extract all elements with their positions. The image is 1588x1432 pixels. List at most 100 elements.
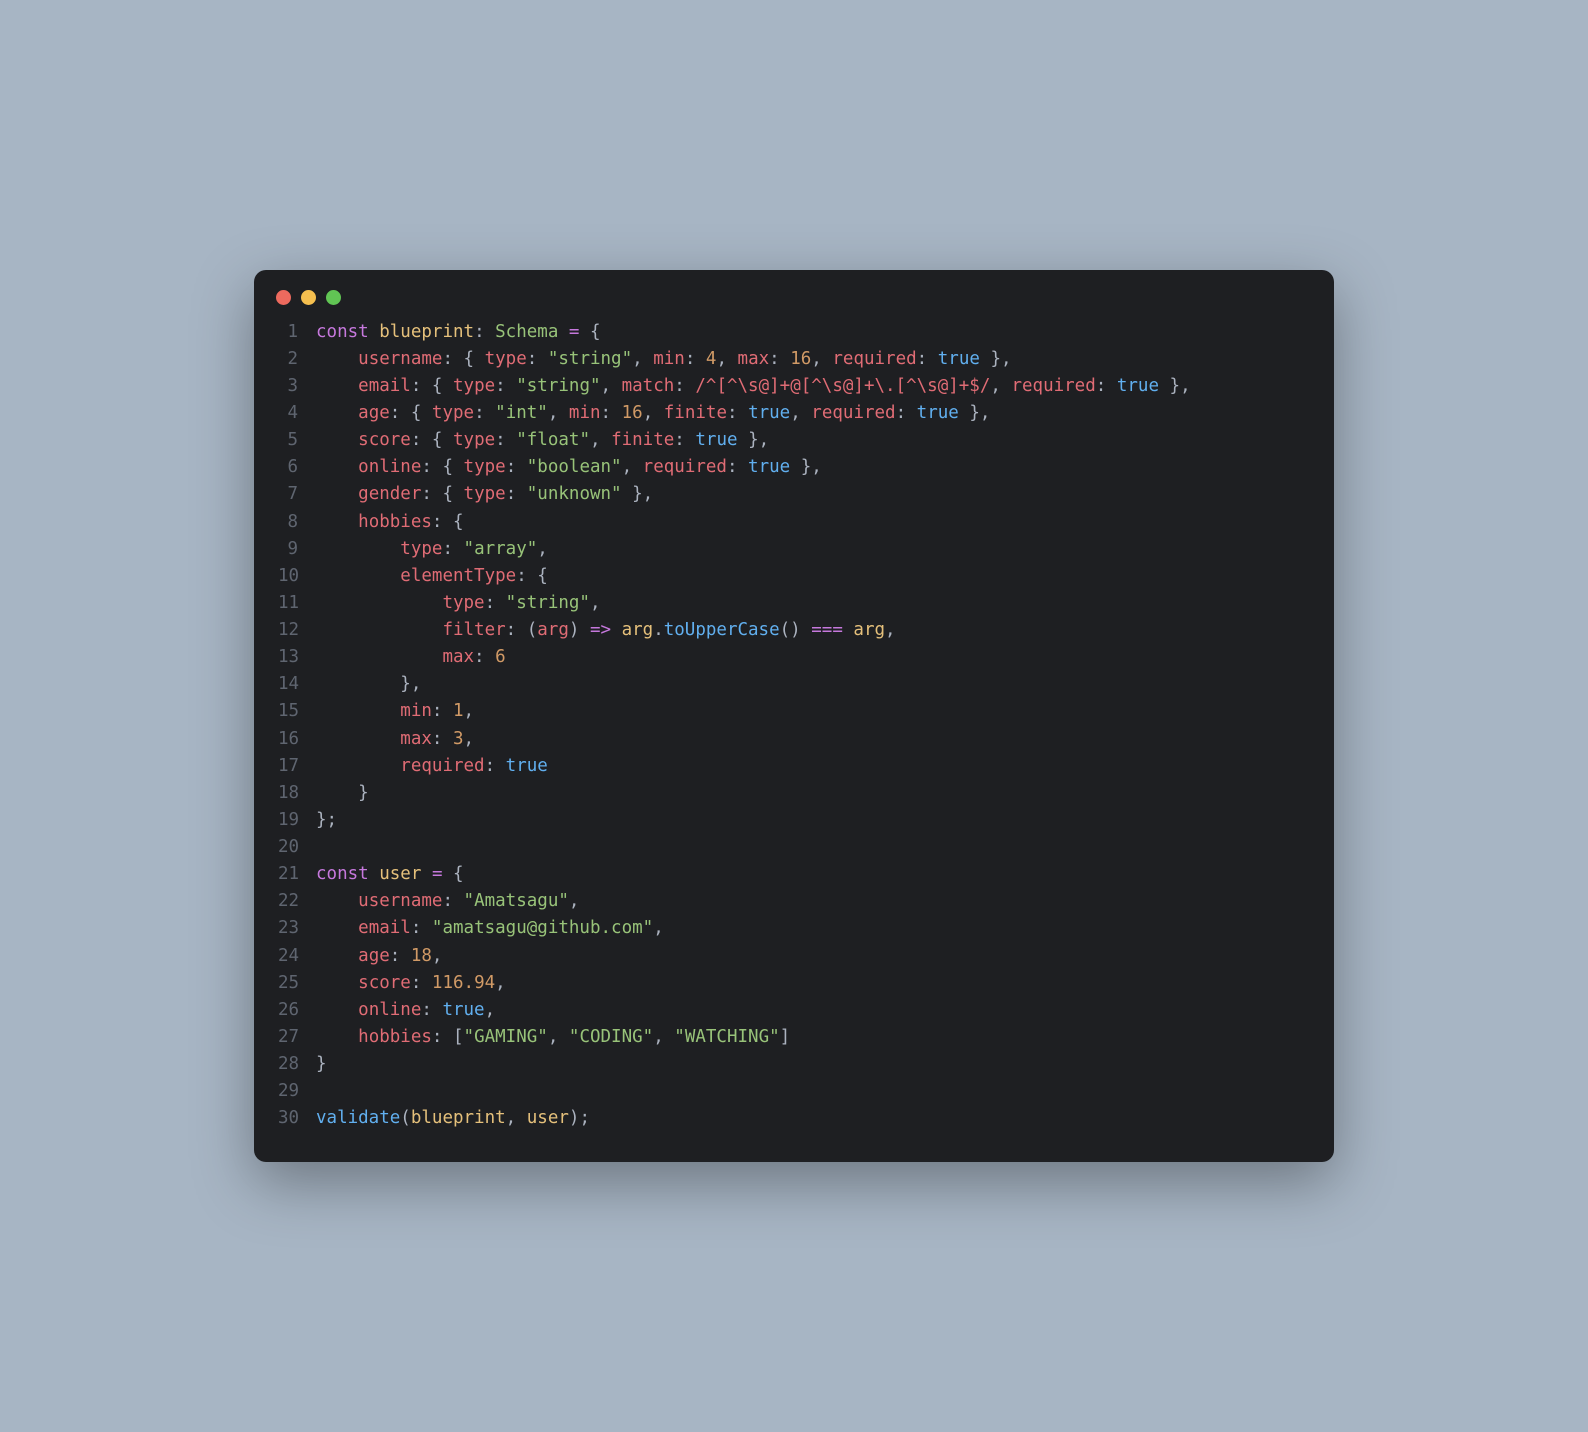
code-content[interactable]: hobbies: { bbox=[316, 509, 464, 536]
code-line[interactable]: 25 score: 116.94, bbox=[278, 970, 1310, 997]
token-punc: ] bbox=[780, 1027, 791, 1047]
code-content[interactable]: } bbox=[316, 780, 369, 807]
code-line[interactable]: 7 gender: { type: "unknown" }, bbox=[278, 481, 1310, 508]
token-punc bbox=[611, 620, 622, 640]
token-punc bbox=[316, 1000, 358, 1020]
code-line[interactable]: 16 max: 3, bbox=[278, 726, 1310, 753]
code-line[interactable]: 11 type: "string", bbox=[278, 590, 1310, 617]
code-line[interactable]: 23 email: "amatsagu@github.com", bbox=[278, 915, 1310, 942]
code-line[interactable]: 18 } bbox=[278, 780, 1310, 807]
token-punc: , bbox=[622, 457, 643, 477]
code-line[interactable]: 20 bbox=[278, 834, 1310, 861]
token-punc bbox=[316, 620, 442, 640]
code-line[interactable]: 19}; bbox=[278, 807, 1310, 834]
code-content[interactable]: username: "Amatsagu", bbox=[316, 888, 579, 915]
code-content[interactable]: score: 116.94, bbox=[316, 970, 506, 997]
line-number: 25 bbox=[278, 970, 316, 997]
code-line[interactable]: 4 age: { type: "int", min: 16, finite: t… bbox=[278, 400, 1310, 427]
code-line[interactable]: 15 min: 1, bbox=[278, 698, 1310, 725]
code-line[interactable]: 1const blueprint: Schema = { bbox=[278, 319, 1310, 346]
token-punc: , bbox=[716, 349, 737, 369]
token-var: blueprint bbox=[379, 322, 474, 342]
token-punc: . bbox=[653, 620, 664, 640]
code-content[interactable]: required: true bbox=[316, 753, 548, 780]
code-content[interactable]: }, bbox=[316, 671, 421, 698]
code-content[interactable]: max: 3, bbox=[316, 726, 474, 753]
token-punc bbox=[558, 322, 569, 342]
token-punc: : bbox=[474, 647, 495, 667]
code-content[interactable]: elementType: { bbox=[316, 563, 548, 590]
code-line[interactable]: 14 }, bbox=[278, 671, 1310, 698]
token-punc: : bbox=[485, 756, 506, 776]
code-content[interactable]: score: { type: "float", finite: true }, bbox=[316, 427, 769, 454]
token-key2: max bbox=[442, 647, 474, 667]
token-punc: , bbox=[885, 620, 896, 640]
code-line[interactable]: 3 email: { type: "string", match: /^[^\s… bbox=[278, 373, 1310, 400]
code-content[interactable]: validate(blueprint, user); bbox=[316, 1105, 590, 1132]
code-line[interactable]: 13 max: 6 bbox=[278, 644, 1310, 671]
token-key2: max bbox=[400, 729, 432, 749]
code-line[interactable]: 24 age: 18, bbox=[278, 943, 1310, 970]
token-key2: type bbox=[400, 539, 442, 559]
token-punc: , bbox=[485, 1000, 496, 1020]
code-line[interactable]: 5 score: { type: "float", finite: true }… bbox=[278, 427, 1310, 454]
code-line[interactable]: 27 hobbies: ["GAMING", "CODING", "WATCHI… bbox=[278, 1024, 1310, 1051]
code-line[interactable]: 10 elementType: { bbox=[278, 563, 1310, 590]
token-punc bbox=[316, 701, 400, 721]
line-number: 27 bbox=[278, 1024, 316, 1051]
code-content[interactable]: type: "string", bbox=[316, 590, 601, 617]
token-regex: /^[^\s@]+@[^\s@]+\.[^\s@]+$/ bbox=[695, 376, 990, 396]
code-line[interactable]: 30validate(blueprint, user); bbox=[278, 1105, 1310, 1132]
code-line[interactable]: 8 hobbies: { bbox=[278, 509, 1310, 536]
code-content[interactable]: }; bbox=[316, 807, 337, 834]
token-punc: () bbox=[780, 620, 812, 640]
line-number: 24 bbox=[278, 943, 316, 970]
code-line[interactable]: 17 required: true bbox=[278, 753, 1310, 780]
code-content[interactable]: age: 18, bbox=[316, 943, 442, 970]
token-key2: age bbox=[358, 946, 390, 966]
code-content[interactable]: age: { type: "int", min: 16, finite: tru… bbox=[316, 400, 990, 427]
code-line[interactable]: 6 online: { type: "boolean", required: t… bbox=[278, 454, 1310, 481]
code-editor[interactable]: 1const blueprint: Schema = {2 username: … bbox=[254, 315, 1334, 1143]
token-punc: , bbox=[811, 349, 832, 369]
code-line[interactable]: 26 online: true, bbox=[278, 997, 1310, 1024]
code-content[interactable]: max: 6 bbox=[316, 644, 506, 671]
code-content[interactable]: filter: (arg) => arg.toUpperCase() === a… bbox=[316, 617, 896, 644]
token-punc: : bbox=[432, 729, 453, 749]
token-key2: username bbox=[358, 891, 442, 911]
minimize-icon[interactable] bbox=[301, 290, 316, 305]
code-content[interactable]: } bbox=[316, 1051, 327, 1078]
code-line[interactable]: 28} bbox=[278, 1051, 1310, 1078]
code-content[interactable]: gender: { type: "unknown" }, bbox=[316, 481, 653, 508]
code-content[interactable]: email: "amatsagu@github.com", bbox=[316, 915, 664, 942]
code-content[interactable]: online: { type: "boolean", required: tru… bbox=[316, 454, 822, 481]
code-content[interactable]: online: true, bbox=[316, 997, 495, 1024]
code-content[interactable]: type: "array", bbox=[316, 536, 548, 563]
code-content[interactable]: min: 1, bbox=[316, 698, 474, 725]
token-key2: required bbox=[400, 756, 484, 776]
line-number: 13 bbox=[278, 644, 316, 671]
token-punc bbox=[316, 430, 358, 450]
token-punc bbox=[316, 756, 400, 776]
code-content[interactable]: const user = { bbox=[316, 861, 464, 888]
code-content[interactable]: username: { type: "string", min: 4, max:… bbox=[316, 346, 1012, 373]
token-key2: finite bbox=[611, 430, 674, 450]
code-content[interactable]: email: { type: "string", match: /^[^\s@]… bbox=[316, 373, 1191, 400]
code-line[interactable]: 22 username: "Amatsagu", bbox=[278, 888, 1310, 915]
code-line[interactable]: 2 username: { type: "string", min: 4, ma… bbox=[278, 346, 1310, 373]
token-punc: , bbox=[590, 430, 611, 450]
code-content[interactable]: const blueprint: Schema = { bbox=[316, 319, 601, 346]
zoom-icon[interactable] bbox=[326, 290, 341, 305]
code-content[interactable]: hobbies: ["GAMING", "CODING", "WATCHING"… bbox=[316, 1024, 790, 1051]
token-key2: age bbox=[358, 403, 390, 423]
code-line[interactable]: 29 bbox=[278, 1078, 1310, 1105]
code-line[interactable]: 12 filter: (arg) => arg.toUpperCase() ==… bbox=[278, 617, 1310, 644]
token-punc bbox=[369, 864, 380, 884]
token-punc bbox=[316, 891, 358, 911]
close-icon[interactable] bbox=[276, 290, 291, 305]
token-punc: : bbox=[411, 918, 432, 938]
token-key2: score bbox=[358, 430, 411, 450]
code-line[interactable]: 21const user = { bbox=[278, 861, 1310, 888]
code-line[interactable]: 9 type: "array", bbox=[278, 536, 1310, 563]
token-num: 116.94 bbox=[432, 973, 495, 993]
